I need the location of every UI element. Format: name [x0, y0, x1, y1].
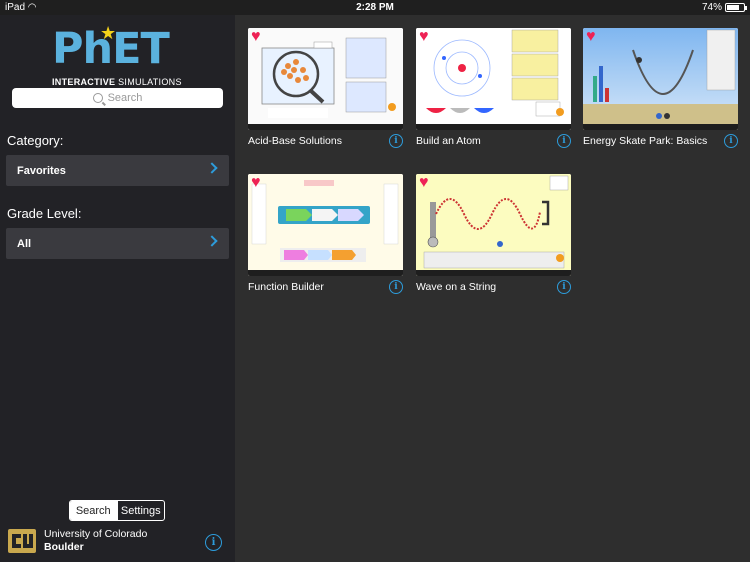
clock: 2:28 PM — [356, 2, 394, 13]
sim-title: Build an Atom — [416, 135, 481, 147]
battery-icon — [725, 3, 747, 12]
category-label: Category: — [7, 133, 64, 148]
grade-level-label: Grade Level: — [7, 206, 82, 221]
grade-level-value: All — [17, 237, 32, 250]
search-icon — [92, 93, 103, 103]
energy-skate-park-preview — [583, 28, 738, 130]
favorite-heart-icon[interactable]: ♥ — [251, 175, 265, 191]
university-name: University of Colorado Boulder — [44, 528, 148, 553]
thumb-navbar — [248, 124, 403, 130]
phet-logo: PhET ★ INTERACTIVE SIMULATIONS — [52, 23, 184, 91]
thumb-navbar — [248, 270, 403, 276]
cu-logo-icon — [8, 529, 36, 553]
wave-on-a-string-preview — [416, 174, 571, 276]
battery-status: 74% — [702, 2, 747, 13]
favorite-heart-icon[interactable]: ♥ — [419, 175, 433, 191]
acid-base-preview — [248, 28, 403, 130]
segment-settings[interactable]: Settings — [116, 501, 165, 520]
function-builder-preview — [248, 174, 403, 276]
chevron-right-icon — [206, 162, 218, 174]
info-icon[interactable]: i — [205, 534, 222, 551]
sim-title: Wave on a String — [416, 281, 497, 293]
sim-thumbnail[interactable]: ♥ — [416, 28, 571, 130]
star-icon: ★ — [100, 23, 117, 43]
sim-title: Function Builder — [248, 281, 324, 293]
sim-title: Energy Skate Park: Basics — [583, 135, 708, 147]
sim-thumbnail[interactable]: ♥ — [583, 28, 738, 130]
thumb-navbar — [416, 270, 571, 276]
segment-search[interactable]: Search — [70, 501, 117, 520]
thumb-navbar — [416, 124, 571, 130]
category-selector[interactable]: Favorites — [6, 155, 229, 186]
category-value: Favorites — [17, 164, 66, 177]
search-placeholder: Search — [107, 92, 143, 104]
favorite-heart-icon[interactable]: ♥ — [586, 29, 600, 45]
info-icon[interactable]: i — [724, 134, 738, 148]
sim-title: Acid-Base Solutions — [248, 135, 342, 147]
thumb-navbar — [583, 124, 738, 130]
grade-level-selector[interactable]: All — [6, 228, 229, 259]
sim-thumbnail[interactable]: ♥ — [248, 28, 403, 130]
simulation-grid: ♥ Acid-Base Solutions i ♥ Build an Atom … — [235, 15, 750, 562]
status-bar: iPad ◠ 2:28 PM 74% — [0, 0, 750, 15]
chevron-right-icon — [206, 235, 218, 247]
info-icon[interactable]: i — [389, 280, 403, 294]
search-input[interactable]: Search — [12, 88, 223, 108]
info-icon[interactable]: i — [557, 134, 571, 148]
favorite-heart-icon[interactable]: ♥ — [251, 29, 265, 45]
phet-tagline: INTERACTIVE SIMULATIONS — [52, 77, 182, 87]
sidebar: PhET ★ INTERACTIVE SIMULATIONS Search Ca… — [0, 15, 235, 562]
info-icon[interactable]: i — [389, 134, 403, 148]
sim-thumbnail[interactable]: ♥ — [416, 174, 571, 276]
favorite-heart-icon[interactable]: ♥ — [419, 29, 433, 45]
build-atom-preview — [416, 28, 571, 130]
sim-thumbnail[interactable]: ♥ — [248, 174, 403, 276]
info-icon[interactable]: i — [557, 280, 571, 294]
view-segmented-control: Search Settings — [69, 500, 165, 521]
